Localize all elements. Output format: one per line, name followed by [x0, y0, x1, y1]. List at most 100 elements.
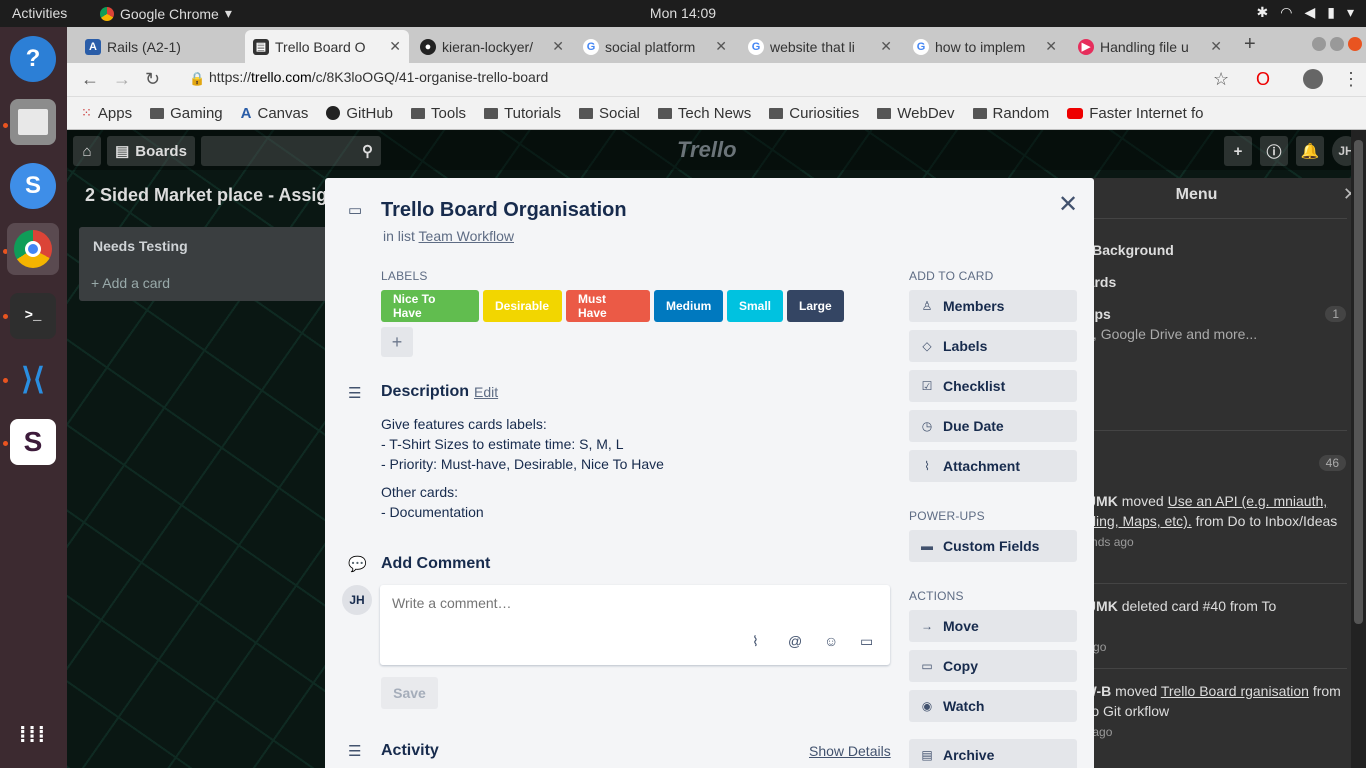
list-title[interactable]: Needs Testing: [93, 238, 188, 254]
bookmark-tools[interactable]: Tools: [411, 105, 466, 122]
show-details-button[interactable]: Show Details: [809, 743, 891, 759]
save-button[interactable]: Save: [381, 677, 438, 709]
simplenote-icon[interactable]: S: [10, 163, 56, 209]
reload-icon[interactable]: ↻: [145, 69, 160, 90]
star-icon[interactable]: ☆: [1213, 69, 1229, 90]
bookmark-tutorials[interactable]: Tutorials: [484, 105, 561, 122]
tab-github[interactable]: ● kieran-lockyer/ ✕: [412, 30, 572, 63]
move-button[interactable]: → Move: [909, 610, 1077, 642]
board-title[interactable]: 2 Sided Market place - Assig: [85, 185, 327, 206]
label-must-have[interactable]: Must Have: [566, 290, 650, 322]
add-label-button[interactable]: +: [381, 327, 413, 357]
trello-logo[interactable]: Trello: [677, 137, 737, 163]
files-icon[interactable]: [10, 99, 56, 145]
comment-box[interactable]: ⌇ @ ☺ ▭: [380, 585, 890, 665]
battery-icon[interactable]: ▮: [1327, 4, 1335, 21]
members-button[interactable]: ♙ Members: [909, 290, 1077, 322]
close-icon[interactable]: ✕: [1210, 38, 1222, 55]
emoji-icon[interactable]: ☺: [824, 633, 838, 649]
tab-google-2[interactable]: G website that li ✕: [740, 30, 900, 63]
list-link[interactable]: Team Workflow: [419, 228, 514, 244]
paperclip-icon[interactable]: ⌇: [752, 633, 759, 650]
add-card-button[interactable]: + Add a card: [91, 275, 170, 291]
label-nice-to-have[interactable]: Nice To Have: [381, 290, 479, 322]
back-icon[interactable]: ←: [81, 69, 99, 90]
description-icon: ☰: [348, 385, 362, 402]
opera-icon[interactable]: O: [1256, 69, 1270, 90]
close-icon[interactable]: ✕: [715, 38, 727, 55]
profile-avatar[interactable]: [1303, 69, 1323, 89]
bookmark-github[interactable]: GitHub: [326, 105, 393, 122]
home-icon[interactable]: ⌂: [73, 136, 101, 166]
tab-google-3[interactable]: G how to implem ✕: [905, 30, 1065, 63]
info-icon[interactable]: ⓘ: [1260, 136, 1288, 166]
chevron-down-icon[interactable]: ▾: [1347, 4, 1354, 21]
bookmark-curiosities[interactable]: Curiosities: [769, 105, 859, 122]
edit-description-link[interactable]: Edit: [474, 384, 498, 400]
close-icon[interactable]: ✕: [1058, 190, 1078, 219]
tab-rails[interactable]: A Rails (A2-1): [77, 30, 242, 63]
description-text-2[interactable]: Other cards: - Documentation: [381, 482, 484, 522]
close-icon[interactable]: ✕: [552, 38, 564, 55]
bell-icon[interactable]: 🔔: [1296, 136, 1324, 166]
chrome-icon[interactable]: [7, 223, 59, 275]
tab-trello[interactable]: ▤ Trello Board O ✕: [245, 30, 409, 63]
bookmark-gaming[interactable]: Gaming: [150, 105, 223, 122]
custom-fields-button[interactable]: ▬ Custom Fields: [909, 530, 1077, 562]
folder-icon: [877, 107, 892, 119]
label-medium[interactable]: Medium: [654, 290, 723, 322]
label-small[interactable]: Small: [727, 290, 783, 322]
bookmark-webdev[interactable]: WebDev: [877, 105, 955, 122]
terminal-icon[interactable]: >_: [10, 293, 56, 339]
tab-label: kieran-lockyer/: [442, 38, 534, 55]
vscode-icon[interactable]: ⟩⟨: [10, 356, 56, 402]
card-title[interactable]: Trello Board Organisation: [381, 199, 627, 222]
due-date-button[interactable]: ◷ Due Date: [909, 410, 1077, 442]
help-icon[interactable]: ?: [10, 36, 56, 82]
add-icon[interactable]: +: [1224, 136, 1252, 166]
bookmark-faster-internet[interactable]: Faster Internet fo: [1067, 105, 1203, 122]
settings-icon[interactable]: ✱: [1257, 4, 1269, 21]
card-icon[interactable]: ▭: [860, 633, 873, 650]
forward-icon[interactable]: →: [113, 69, 131, 90]
bookmark-tech-news[interactable]: Tech News: [657, 105, 751, 122]
page-scrollbar[interactable]: [1351, 130, 1366, 768]
board-search-input[interactable]: ⚲: [201, 136, 381, 166]
archive-button[interactable]: ▤ Archive: [909, 739, 1077, 768]
mention-icon[interactable]: @: [788, 633, 802, 649]
activity-card-link[interactable]: Trello Board rganisation: [1161, 683, 1309, 699]
labels-button[interactable]: ◇ Labels: [909, 330, 1077, 362]
label-desirable[interactable]: Desirable: [483, 290, 562, 322]
address-bar[interactable]: https://trello.com/c/8K3loOGQ/41-organis…: [209, 69, 548, 85]
close-icon[interactable]: ✕: [880, 38, 892, 55]
label-large[interactable]: Large: [787, 290, 844, 322]
app-menu[interactable]: Google Chrome ▾: [100, 5, 232, 22]
slack-icon[interactable]: S: [10, 419, 56, 465]
scrollbar-thumb[interactable]: [1354, 140, 1363, 624]
bookmark-social[interactable]: Social: [579, 105, 640, 122]
new-tab-icon[interactable]: +: [1244, 33, 1256, 56]
maximize-icon[interactable]: [1330, 37, 1344, 51]
tab-video[interactable]: ▶ Handling file u ✕: [1070, 30, 1230, 63]
attachment-button[interactable]: ⌇ Attachment: [909, 450, 1077, 482]
activities-button[interactable]: Activities: [12, 5, 67, 21]
wifi-icon[interactable]: ◠: [1280, 4, 1292, 21]
close-icon[interactable]: ✕: [389, 38, 401, 55]
tab-google-1[interactable]: G social platform ✕: [575, 30, 735, 63]
system-tray[interactable]: ✱ ◠ ◀ ▮ ▾: [1257, 4, 1354, 21]
description-text[interactable]: Give features cards labels: - T-Shirt Si…: [381, 414, 664, 474]
watch-button[interactable]: ◉ Watch: [909, 690, 1077, 722]
bookmark-canvas[interactable]: A Canvas: [241, 105, 309, 122]
minimize-icon[interactable]: [1312, 37, 1326, 51]
boards-button[interactable]: ▤ Boards: [107, 136, 195, 166]
show-applications-icon[interactable]: ⁞⁞⁞: [10, 711, 56, 757]
copy-button[interactable]: ▭ Copy: [909, 650, 1077, 682]
kebab-menu-icon[interactable]: ⋮: [1342, 69, 1360, 90]
bookmark-random[interactable]: Random: [972, 105, 1049, 122]
volume-icon[interactable]: ◀: [1304, 4, 1315, 21]
bookmark-apps[interactable]: ⁙ Apps: [81, 105, 132, 122]
close-icon[interactable]: ✕: [1045, 38, 1057, 55]
close-window-icon[interactable]: [1348, 37, 1362, 51]
comment-input[interactable]: [392, 595, 872, 611]
checklist-button[interactable]: ☑ Checklist: [909, 370, 1077, 402]
